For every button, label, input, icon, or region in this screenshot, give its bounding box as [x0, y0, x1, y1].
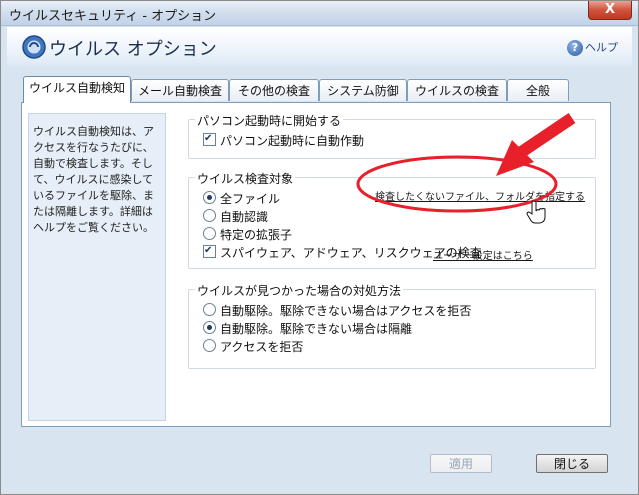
scan-specific-ext-option[interactable]: 特定の拡張子	[203, 227, 292, 243]
description-text: ウイルス自動検知は、アクセスを行なうたびに、自動で検査します。そして、ウイルスに…	[33, 125, 154, 234]
shield-icon	[22, 35, 46, 59]
user-settings-link[interactable]: ユーザー設定はこちら	[433, 247, 533, 262]
action-quarantine-radio[interactable]	[203, 321, 216, 334]
scan-all-files-radio[interactable]	[203, 191, 216, 204]
spyware-scan-checkbox[interactable]	[203, 243, 216, 259]
auto-start-option[interactable]: パソコン起動時に自動作動	[203, 131, 365, 149]
tab-auto-detect[interactable]: ウイルス自動検知	[23, 76, 131, 103]
help-link[interactable]: ? ヘルプ	[567, 39, 618, 56]
action-group-title: ウイルスが見つかった場合の対処方法	[195, 282, 404, 299]
page-title: ウイルス オプション	[49, 39, 217, 60]
scan-auto-recognize-label: 自動認識	[220, 210, 269, 224]
action-option-block-access[interactable]: アクセスを拒否	[203, 339, 303, 355]
title-bar: ウイルスセキュリティ - オプション X	[1, 1, 638, 26]
window-title: ウイルスセキュリティ - オプション	[9, 9, 217, 24]
scan-target-group: ウイルス検査対象 検査したくないファイル、フォルダを指定する 全ファイル 自動認…	[188, 170, 596, 269]
action-deny-label: 自動駆除。駆除できない場合はアクセスを拒否	[220, 304, 472, 318]
scan-specific-ext-label: 特定の拡張子	[220, 228, 293, 242]
action-block-access-radio[interactable]	[203, 339, 216, 352]
tab-system-defense[interactable]: システム防御	[319, 79, 407, 101]
tab-mail-scan[interactable]: メール自動検査	[131, 79, 229, 101]
scan-auto-recognize-option[interactable]: 自動認識	[203, 209, 268, 225]
auto-start-label: パソコン起動時に自動作動	[220, 134, 365, 148]
header: ウイルス オプション ? ヘルプ	[7, 27, 632, 67]
help-label: ヘルプ	[585, 41, 618, 54]
exclude-files-link[interactable]: 検査したくないファイル、フォルダを指定する	[375, 188, 585, 203]
apply-button[interactable]: 適用	[430, 454, 492, 473]
action-block-access-label: アクセスを拒否	[220, 340, 304, 354]
startup-group-title: パソコン起動時に開始する	[195, 112, 344, 129]
action-option-quarantine[interactable]: 自動駆除。駆除できない場合は隔離	[203, 321, 412, 337]
tab-panel: ウイルス自動検知は、アクセスを行なうたびに、自動で検査します。そして、ウイルスに…	[21, 102, 611, 427]
close-window-button[interactable]: X	[588, 1, 632, 20]
scan-target-group-title: ウイルス検査対象	[195, 170, 296, 187]
main-content: ウイルス自動検知 メール自動検査 その他の検査 システム防御 ウイルスの検査 全…	[7, 67, 632, 490]
action-deny-radio[interactable]	[203, 303, 216, 316]
tab-other-scan[interactable]: その他の検査	[229, 79, 319, 101]
options-window: ウイルスセキュリティ - オプション X ウイルス オプション ? ヘルプ ウイル…	[0, 0, 639, 495]
action-quarantine-label: 自動駆除。駆除できない場合は隔離	[220, 322, 413, 336]
scan-all-files-label: 全ファイル	[220, 192, 281, 206]
description-pane: ウイルス自動検知は、アクセスを行なうたびに、自動で検査します。そして、ウイルスに…	[28, 113, 166, 421]
scan-all-files-option[interactable]: 全ファイル	[203, 191, 280, 207]
startup-group: パソコン起動時に開始する パソコン起動時に自動作動	[188, 112, 596, 159]
tab-general[interactable]: 全般	[507, 79, 569, 101]
auto-start-checkbox[interactable]	[203, 131, 216, 147]
close-button[interactable]: 閉じる	[536, 454, 608, 473]
scan-auto-recognize-radio[interactable]	[203, 209, 216, 222]
scan-specific-ext-radio[interactable]	[203, 227, 216, 240]
help-icon: ?	[567, 40, 583, 56]
tab-virus-scan[interactable]: ウイルスの検査	[407, 79, 507, 101]
action-group: ウイルスが見つかった場合の対処方法 自動駆除。駆除できない場合はアクセスを拒否 …	[188, 282, 596, 369]
action-option-deny[interactable]: 自動駆除。駆除できない場合はアクセスを拒否	[203, 303, 471, 319]
